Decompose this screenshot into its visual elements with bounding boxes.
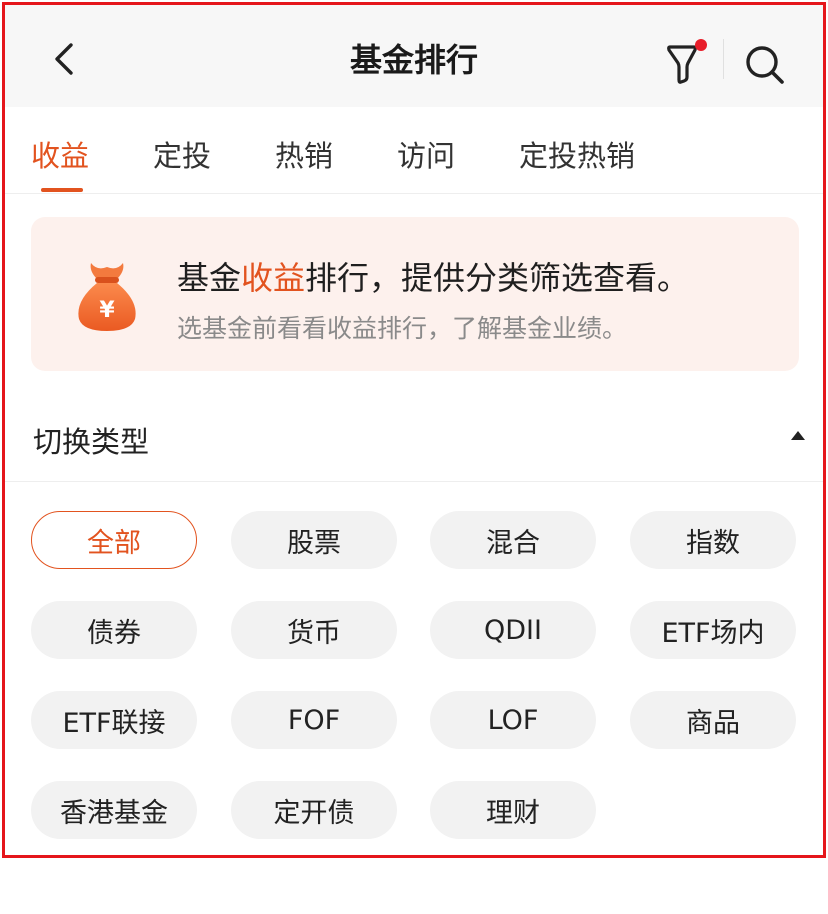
tab-visits[interactable]: 访问 <box>397 133 455 175</box>
type-chip-hong-kong-fund[interactable]: 香港基金 <box>31 781 197 839</box>
banner-headline: 基金收益排行，提供分类筛选查看。 <box>177 253 689 299</box>
banner-subtitle: 选基金前看看收益排行，了解基金业绩。 <box>177 314 628 343</box>
banner-headline-highlight: 收益 <box>241 259 306 297</box>
type-chip-all[interactable]: 全部 <box>31 511 197 569</box>
caret-up-icon[interactable] <box>791 431 805 440</box>
type-chip-fof[interactable]: FOF <box>231 691 397 749</box>
tab-fixed-investment[interactable]: 定投 <box>153 133 211 175</box>
active-tab-indicator <box>41 188 83 192</box>
type-chip-money-market[interactable]: 货币 <box>231 601 397 659</box>
type-chip-qdii[interactable]: QDII <box>430 601 596 659</box>
tab-hot-sales[interactable]: 热销 <box>275 133 333 175</box>
type-chip-etf-onexchange[interactable]: ETF场内 <box>630 601 796 659</box>
info-banner: ¥ 基金收益排行，提供分类筛选查看。 选基金前看看收益排行，了解基金业绩。 <box>31 217 799 371</box>
type-chip-periodic-open-bond[interactable]: 定开债 <box>231 781 397 839</box>
nav-bar: 基金排行 <box>5 5 823 108</box>
type-chip-lof[interactable]: LOF <box>430 691 596 749</box>
type-chip-commodity[interactable]: 商品 <box>630 691 796 749</box>
tab-returns[interactable]: 收益 <box>31 133 89 175</box>
currency-symbol: ¥ <box>99 298 115 323</box>
type-chip-bond[interactable]: 债券 <box>31 601 197 659</box>
tab-fixed-investment-hot-sales[interactable]: 定投热销 <box>519 133 635 175</box>
type-section-title: 切换类型 <box>33 425 150 459</box>
type-chip-index[interactable]: 指数 <box>630 511 796 569</box>
banner-headline-prefix: 基金 <box>177 259 242 297</box>
banner-headline-suffix: 排行，提供分类筛选查看。 <box>305 259 690 297</box>
money-bag-icon: ¥ <box>78 263 136 331</box>
ranking-tabs: 收益 定投 热销 访问 定投热销 <box>5 107 823 194</box>
type-chip-etf-linked[interactable]: ETF联接 <box>31 691 197 749</box>
type-chip-wealth-management[interactable]: 理财 <box>430 781 596 839</box>
type-chip-stock[interactable]: 股票 <box>231 511 397 569</box>
type-section-header[interactable]: 切换类型 <box>5 395 823 482</box>
search-icon[interactable] <box>743 43 787 87</box>
app-screen: 基金排行 收益 定投 热销 访问 定投热销 ¥ 基金收益排行，提供分类筛选查看。… <box>2 2 826 858</box>
nav-divider <box>723 39 724 79</box>
type-chip-hybrid[interactable]: 混合 <box>430 511 596 569</box>
notification-dot <box>695 39 707 51</box>
